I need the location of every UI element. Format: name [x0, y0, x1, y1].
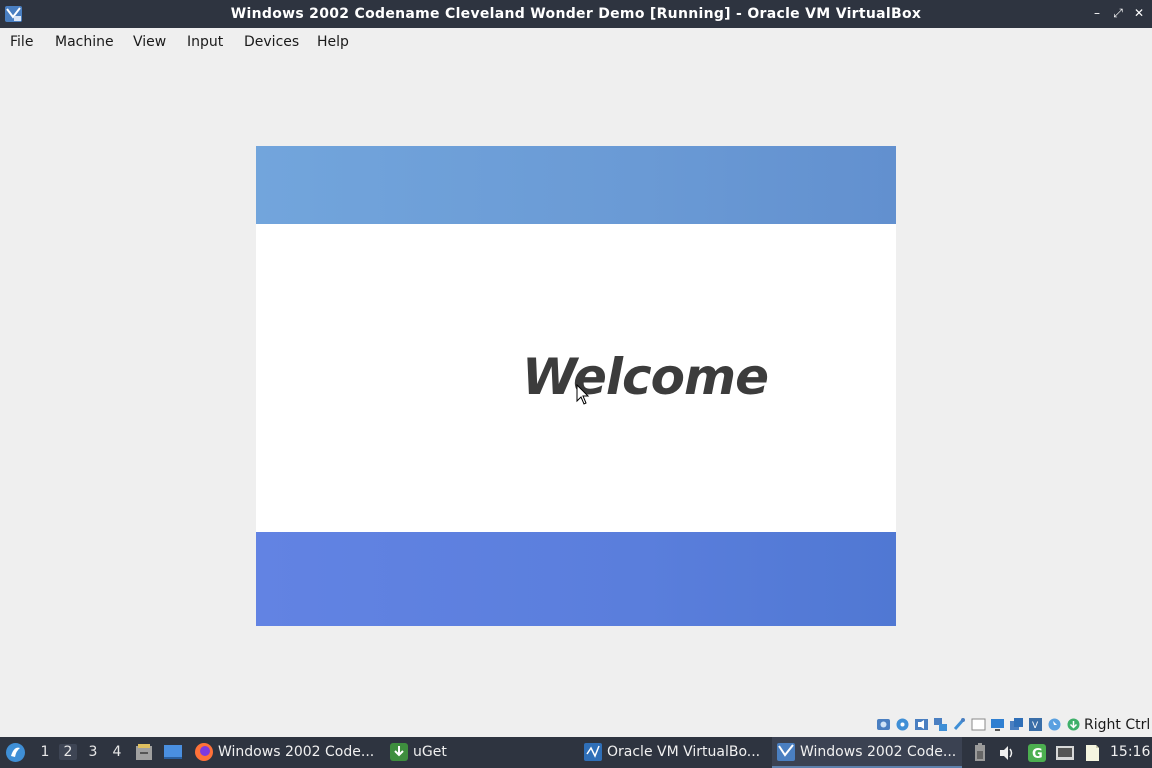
- hard-disk-icon[interactable]: [876, 717, 891, 732]
- clock[interactable]: 15:16: [1110, 744, 1150, 760]
- vm-bottom-band: [256, 532, 896, 626]
- workspace-1[interactable]: 1: [36, 744, 54, 760]
- menu-file[interactable]: File: [10, 34, 33, 50]
- mouse-integration-icon[interactable]: [1047, 717, 1062, 732]
- menu-machine[interactable]: Machine: [55, 34, 114, 50]
- menu-bar: File Machine View Input Devices Help: [0, 28, 1152, 58]
- usb-icon[interactable]: [952, 717, 967, 732]
- task-label: Oracle VM VirtualBo...: [607, 744, 761, 760]
- start-menu-icon[interactable]: [5, 742, 26, 763]
- volume-icon[interactable]: [997, 743, 1017, 763]
- optical-drive-icon[interactable]: [895, 717, 910, 732]
- menu-help[interactable]: Help: [317, 34, 349, 50]
- vm-top-band: [256, 146, 896, 224]
- task-label: Windows 2002 Code...: [800, 744, 957, 760]
- workspace-2[interactable]: 2: [59, 744, 77, 760]
- uget-icon: [390, 743, 408, 761]
- task-firefox[interactable]: Windows 2002 Code...: [194, 737, 380, 768]
- file-manager-icon[interactable]: [134, 742, 154, 762]
- maximize-button[interactable]: ⤢: [1111, 6, 1125, 20]
- workspace-3[interactable]: 3: [84, 744, 102, 760]
- task-label: Windows 2002 Code...: [218, 744, 375, 760]
- minimize-button[interactable]: –: [1090, 6, 1104, 20]
- network-icon[interactable]: [933, 717, 948, 732]
- menu-view[interactable]: View: [133, 34, 166, 50]
- virtualbox-manager-icon: [584, 743, 602, 761]
- battery-icon[interactable]: [970, 743, 990, 763]
- vm-welcome-text: Welcome: [522, 348, 769, 406]
- svg-text:V: V: [1032, 721, 1039, 731]
- close-button[interactable]: ✕: [1132, 6, 1146, 20]
- svg-text:G: G: [1032, 747, 1043, 762]
- clipboard-icon[interactable]: [1082, 743, 1102, 763]
- workspace-4[interactable]: 4: [108, 744, 126, 760]
- window-title: Windows 2002 Codename Cleveland Wonder D…: [230, 6, 922, 22]
- shared-folders-icon[interactable]: [971, 717, 986, 732]
- guake-icon[interactable]: G: [1027, 743, 1047, 763]
- task-label: uGet: [413, 744, 447, 760]
- menu-devices[interactable]: Devices: [244, 34, 299, 50]
- task-uget[interactable]: uGet: [389, 737, 509, 768]
- display-icon[interactable]: [990, 717, 1005, 732]
- keyboard-layout-icon[interactable]: [1055, 743, 1075, 763]
- task-virtualbox-vm[interactable]: Windows 2002 Code...: [772, 737, 962, 768]
- host-key-label: Right Ctrl: [1084, 717, 1151, 733]
- window-titlebar[interactable]: Windows 2002 Codename Cleveland Wonder D…: [0, 0, 1152, 28]
- audio-icon[interactable]: [914, 717, 929, 732]
- mouse-cursor-icon: [576, 384, 590, 405]
- virtualbox-vm-icon: [777, 743, 795, 761]
- taskbar: 1 2 3 4 Windows 2002 Code... uGet Oracle…: [0, 737, 1152, 768]
- recording-icon[interactable]: [1009, 717, 1024, 732]
- show-desktop-icon[interactable]: [163, 742, 183, 762]
- firefox-icon: [195, 743, 213, 761]
- cpu-icon[interactable]: V: [1028, 717, 1043, 732]
- menu-input[interactable]: Input: [187, 34, 223, 50]
- task-virtualbox-manager[interactable]: Oracle VM VirtualBo...: [583, 737, 769, 768]
- vm-statusbar: V Right Ctrl: [872, 715, 1152, 735]
- keyboard-icon[interactable]: [1066, 717, 1081, 732]
